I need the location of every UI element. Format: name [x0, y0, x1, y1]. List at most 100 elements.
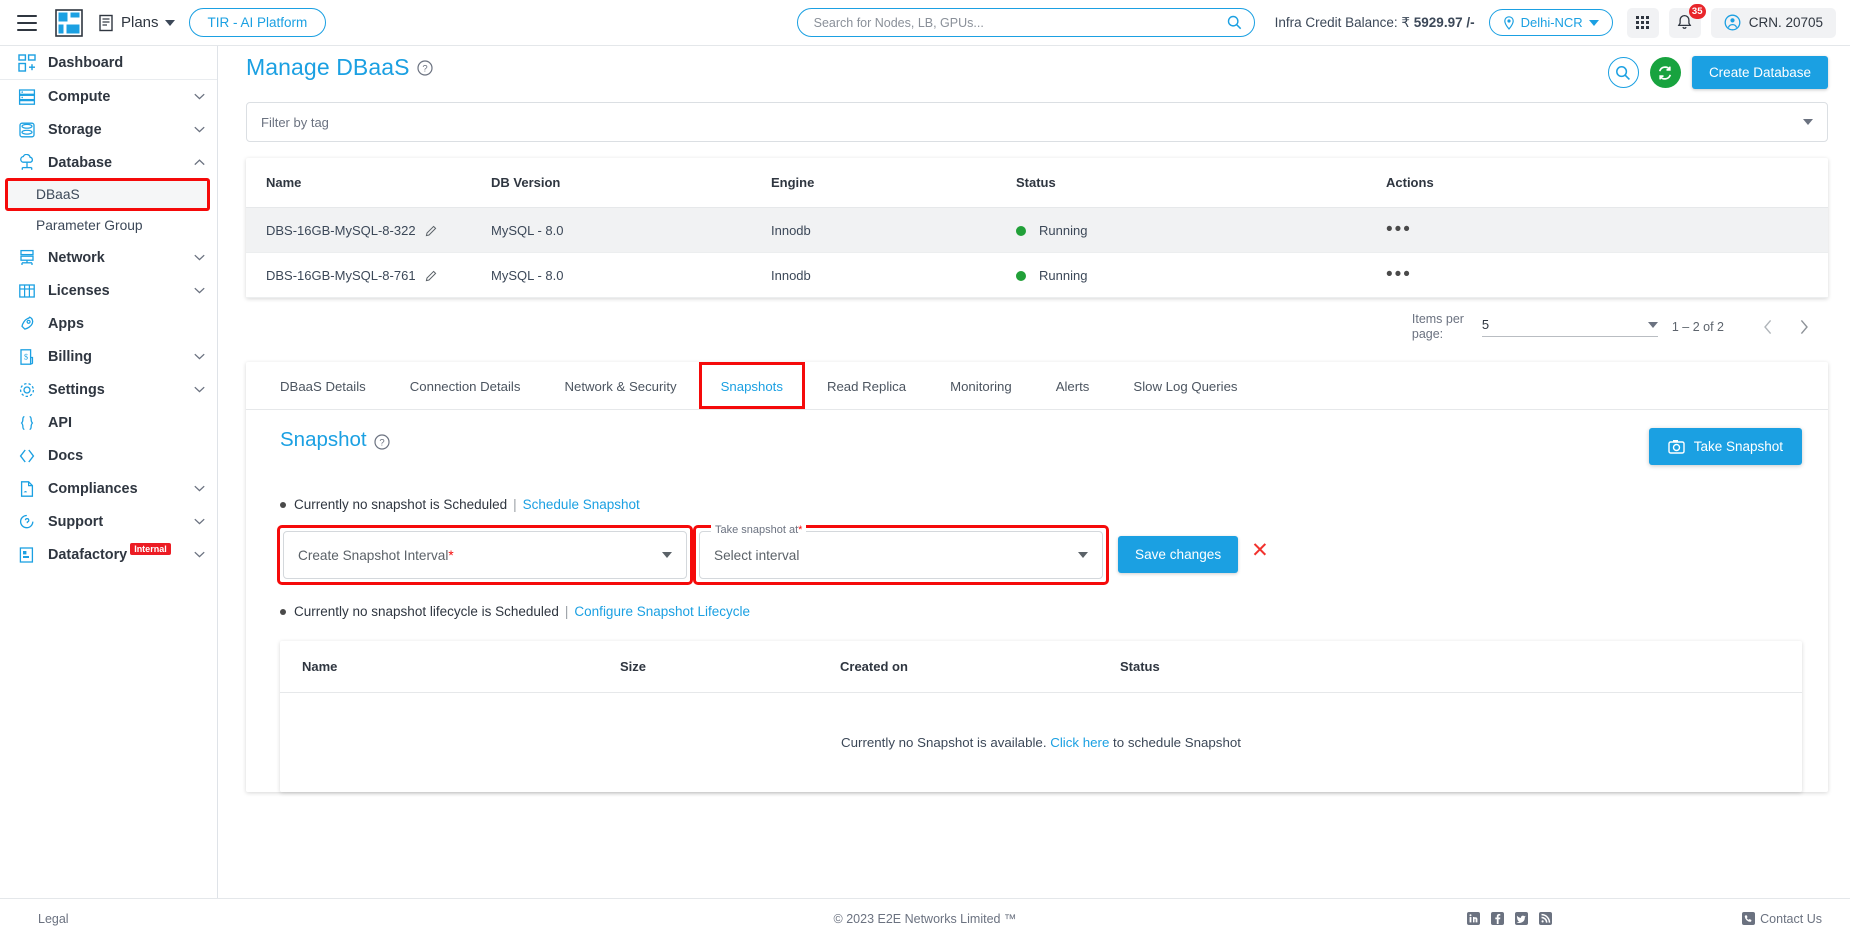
save-changes-button[interactable]: Save changes: [1118, 536, 1239, 574]
tab-read-replica[interactable]: Read Replica: [805, 362, 928, 409]
sidebar-item-docs[interactable]: Docs: [0, 439, 217, 472]
chevron-up-icon: [194, 159, 205, 166]
sidebar-item-storage[interactable]: Storage: [0, 113, 217, 146]
sidebar-item-api[interactable]: API: [0, 406, 217, 439]
facebook-icon[interactable]: [1491, 912, 1505, 925]
row-actions-menu[interactable]: •••: [1386, 219, 1412, 240]
tab-connection-details[interactable]: Connection Details: [388, 362, 543, 409]
region-selector[interactable]: Delhi-NCR: [1488, 9, 1613, 36]
edit-pencil-icon[interactable]: [425, 269, 438, 282]
billing-icon: $: [16, 348, 37, 366]
snapshot-table-body: Currently no Snapshot is available. Clic…: [280, 693, 1802, 793]
infra-credit-balance: Infra Credit Balance: ₹ 5929.97 /-: [1275, 15, 1475, 31]
svg-text:?: ?: [379, 438, 384, 449]
bullet-icon: [280, 501, 286, 508]
tab-snapshots[interactable]: Snapshots: [698, 362, 805, 410]
items-per-page-select[interactable]: 5: [1481, 317, 1658, 338]
legal-link[interactable]: Legal: [0, 912, 69, 926]
user-account-icon: [1724, 14, 1741, 31]
status-dot: [1016, 225, 1026, 236]
edit-pencil-icon[interactable]: [425, 224, 438, 237]
social-links: [1467, 912, 1553, 925]
tab-network-security[interactable]: Network & Security: [542, 362, 698, 409]
global-search[interactable]: [796, 8, 1255, 37]
tab-alerts[interactable]: Alerts: [1034, 362, 1112, 409]
plans-dropdown[interactable]: Plans: [98, 14, 175, 32]
items-per-page-value: 5: [1481, 317, 1490, 333]
app-grid-button[interactable]: [1626, 7, 1659, 38]
datafactory-icon: [16, 546, 37, 564]
sidebar-item-compute[interactable]: Compute: [0, 80, 217, 113]
chevron-down-icon: [194, 126, 205, 133]
previous-page-button[interactable]: [1750, 312, 1786, 342]
tir-ai-platform-button[interactable]: TIR - AI Platform: [188, 8, 327, 37]
sidebar-item-datafactory[interactable]: Datafactory Internal: [0, 538, 217, 571]
sidebar-item-label: Database: [48, 154, 112, 171]
empty-state-row: Currently no Snapshot is available. Clic…: [280, 693, 1802, 793]
column-header-status: Status: [1016, 158, 1386, 208]
help-icon[interactable]: ?: [374, 434, 390, 450]
row-actions-menu[interactable]: •••: [1386, 264, 1412, 285]
detail-tabs-card: DBaaS Details Connection Details Network…: [246, 362, 1828, 793]
pagination-controls: Items per page: 5 1 – 2 of 2: [246, 298, 1828, 354]
cancel-schedule-icon[interactable]: ✕: [1251, 540, 1269, 561]
notifications-button[interactable]: 35: [1668, 3, 1706, 38]
sidebar-item-text: Datafactory: [48, 546, 128, 563]
snapshot-title: Snapshot: [280, 428, 367, 452]
database-table-head: Name DB Version Engine Status Actions: [246, 158, 1828, 208]
server-icon: [16, 88, 37, 106]
create-database-button[interactable]: Create Database: [1691, 56, 1828, 89]
sidebar-item-label: Support: [48, 513, 104, 530]
grid-icon: [1636, 16, 1650, 29]
next-page-button[interactable]: [1786, 312, 1822, 342]
table-header-row: Name DB Version Engine Status Actions: [246, 158, 1828, 208]
cell-status: Running: [1016, 207, 1386, 254]
filter-by-tag-field[interactable]: Filter by tag: [246, 102, 1828, 142]
configure-snapshot-lifecycle-link[interactable]: Configure Snapshot Lifecycle: [574, 604, 750, 619]
bullet-icon: [280, 608, 286, 615]
sidebar-item-network[interactable]: Network: [0, 241, 217, 274]
document-icon: [16, 480, 37, 498]
sidebar-item-billing[interactable]: $ Billing: [0, 340, 217, 373]
take-snapshot-at-select[interactable]: Take snapshot at* Select interval: [699, 524, 1103, 580]
sidebar-item-settings[interactable]: Settings: [0, 373, 217, 406]
tab-dbaas-details[interactable]: DBaaS Details: [258, 362, 388, 409]
page-footer: Legal © 2023 E2E Networks Limited ™ Cont…: [0, 898, 1850, 938]
cell-actions: •••: [1386, 207, 1828, 254]
sidebar-item-database[interactable]: Database: [0, 146, 217, 179]
sidebar-item-support[interactable]: Support: [0, 505, 217, 538]
search-input[interactable]: [813, 15, 1227, 30]
hamburger-menu-icon[interactable]: [12, 8, 42, 38]
sidebar-item-apps[interactable]: Apps: [0, 307, 217, 340]
sidebar-item-parameter-group[interactable]: Parameter Group: [0, 210, 217, 241]
tab-slow-log-queries[interactable]: Slow Log Queries: [1111, 362, 1259, 409]
refresh-button[interactable]: [1649, 57, 1681, 88]
sidebar-item-licenses[interactable]: Licenses: [0, 274, 217, 307]
rss-icon[interactable]: [1539, 912, 1553, 925]
linkedin-icon[interactable]: [1467, 912, 1481, 925]
sidebar-item-compliances[interactable]: Compliances: [0, 472, 217, 505]
sidebar-item-dbaas[interactable]: DBaaS: [5, 178, 210, 211]
search-toggle-button[interactable]: [1607, 57, 1639, 88]
main-content: Manage DBaaS ? Create Database Filter by…: [218, 46, 1850, 898]
take-snapshot-button[interactable]: Take Snapshot: [1648, 428, 1802, 466]
sidebar-navigation: Dashboard Compute Storage Database DBaaS…: [0, 46, 218, 898]
click-here-link[interactable]: Click here: [1050, 735, 1109, 750]
separator: |: [513, 497, 517, 513]
twitter-icon[interactable]: [1515, 912, 1529, 925]
help-icon[interactable]: ?: [416, 60, 433, 76]
db-name-wrapper: DBS-16GB-MySQL-8-761: [266, 268, 481, 283]
cell-actions: •••: [1386, 252, 1828, 299]
schedule-snapshot-link[interactable]: Schedule Snapshot: [523, 497, 640, 512]
tab-monitoring[interactable]: Monitoring: [928, 362, 1034, 409]
sidebar-item-dashboard[interactable]: Dashboard: [0, 46, 217, 79]
account-menu[interactable]: CRN. 20705: [1710, 7, 1836, 38]
svg-text:$: $: [24, 352, 28, 361]
table-header-row: Name Size Created on Status: [280, 641, 1802, 694]
search-icon[interactable]: [1227, 15, 1242, 30]
table-row[interactable]: DBS-16GB-MySQL-8-322 MySQL - 8.0 Innodb: [246, 207, 1828, 254]
create-snapshot-interval-select[interactable]: Create Snapshot Interval *: [283, 531, 687, 580]
e2e-networks-logo[interactable]: [54, 8, 84, 38]
contact-us-link[interactable]: Contact Us: [1742, 912, 1850, 926]
table-row[interactable]: DBS-16GB-MySQL-8-761 MySQL - 8.0 Innodb: [246, 252, 1828, 299]
